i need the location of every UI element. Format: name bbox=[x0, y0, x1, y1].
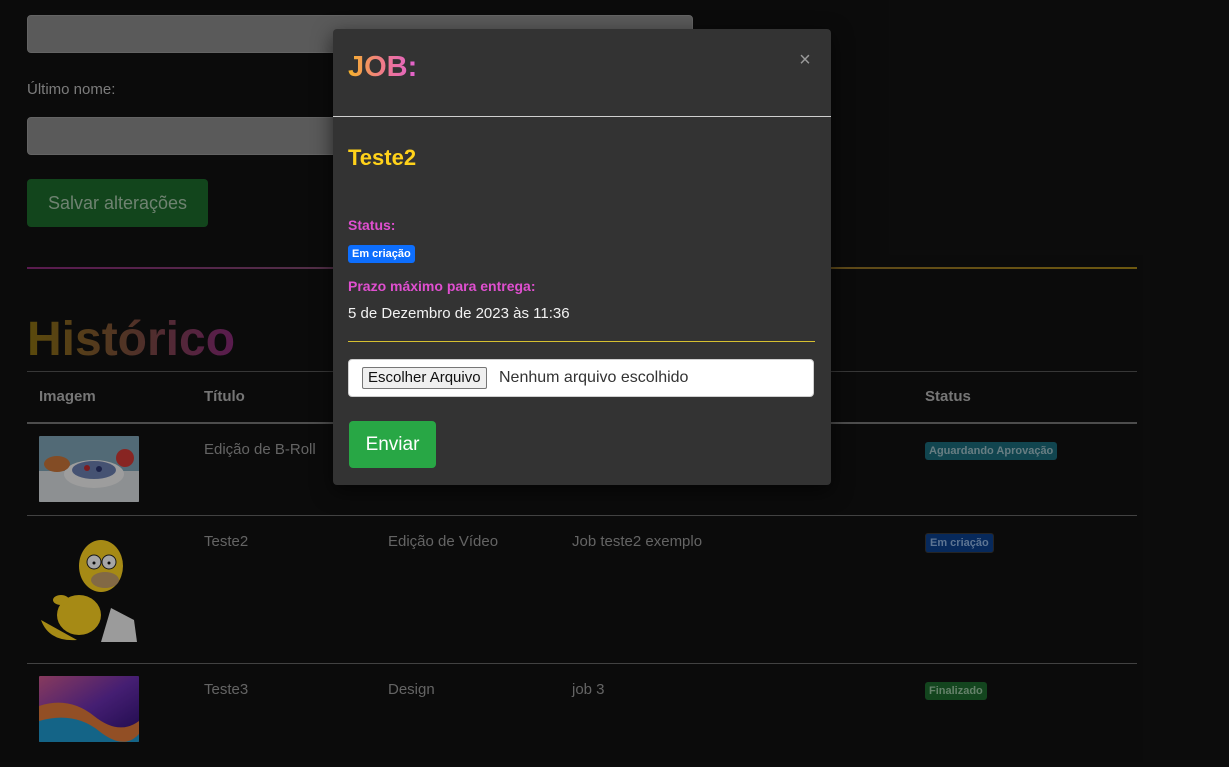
deadline-value: 5 de Dezembro de 2023 às 11:36 bbox=[348, 305, 570, 322]
modal-header: JOB: × bbox=[333, 29, 831, 117]
modal-title: JOB: bbox=[348, 51, 418, 83]
job-modal: JOB: × Teste2 Status: Em criação Prazo m… bbox=[333, 29, 831, 485]
history-title: Histórico bbox=[27, 310, 235, 370]
column-header-image: Imagem bbox=[39, 388, 96, 405]
table-row[interactable]: Teste2 Edição de Vídeo Job teste2 exempl… bbox=[27, 516, 1137, 664]
homer-thumbnail bbox=[39, 530, 139, 652]
abstract-thumbnail bbox=[39, 676, 139, 742]
status-badge: Finalizado bbox=[925, 682, 987, 700]
job-name: Teste2 bbox=[348, 145, 417, 170]
row-title: Teste2 bbox=[204, 533, 249, 550]
food-thumbnail bbox=[39, 436, 139, 502]
row-description: Job teste2 exemplo bbox=[572, 533, 703, 550]
row-category: Edição de Vídeo bbox=[388, 533, 499, 550]
row-description: job 3 bbox=[572, 681, 605, 698]
table-row[interactable]: Teste3 Design job 3 Finalizado bbox=[27, 664, 1137, 764]
file-input[interactable]: Escolher Arquivo Nenhum arquivo escolhid… bbox=[348, 359, 814, 397]
column-header-status: Status bbox=[925, 388, 971, 405]
status-badge: Aguardando Aprovação bbox=[925, 442, 1058, 460]
row-category: Design bbox=[388, 681, 435, 698]
deadline-label: Prazo máximo para entrega: bbox=[348, 278, 536, 294]
close-icon[interactable]: × bbox=[796, 50, 814, 70]
status-badge: Em criação bbox=[348, 245, 415, 263]
status-badge: Em criação bbox=[925, 533, 994, 553]
save-changes-button[interactable]: Salvar alterações bbox=[27, 179, 208, 227]
modal-divider bbox=[348, 341, 815, 342]
choose-file-button[interactable]: Escolher Arquivo bbox=[362, 367, 487, 389]
row-title: Teste3 bbox=[204, 681, 249, 698]
send-button[interactable]: Enviar bbox=[349, 421, 436, 468]
file-status-text: Nenhum arquivo escolhido bbox=[499, 369, 689, 386]
row-title: Edição de B-Roll bbox=[204, 441, 316, 458]
last-name-label: Último nome: bbox=[27, 81, 116, 98]
column-header-title: Título bbox=[204, 388, 245, 405]
status-label: Status: bbox=[348, 217, 396, 233]
